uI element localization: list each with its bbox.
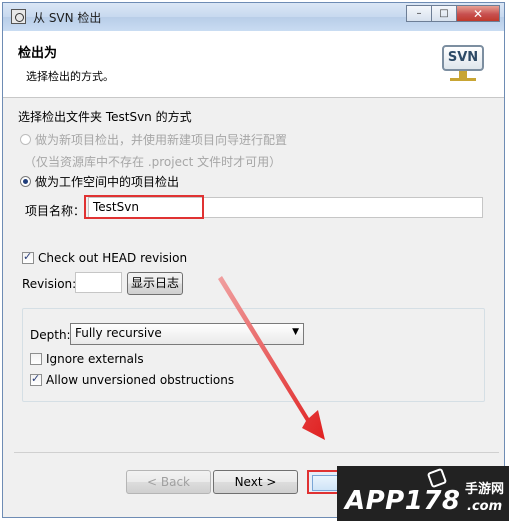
allow-unversioned-label: Allow unversioned obstructions bbox=[46, 373, 235, 387]
revision-input[interactable] bbox=[75, 272, 122, 293]
ignore-externals-label: Ignore externals bbox=[46, 352, 144, 366]
radio-workspace-project[interactable]: 做为工作空间中的项目检出 bbox=[20, 173, 179, 190]
option-note: （仅当资源库中不存在 .project 文件时才可用） bbox=[24, 155, 282, 169]
app-icon bbox=[11, 9, 26, 24]
head-revision-checkbox[interactable] bbox=[22, 250, 34, 264]
revision-label: Revision: bbox=[22, 277, 77, 291]
svn-logo-icon: SVN bbox=[442, 45, 484, 83]
allow-unversioned-row[interactable]: Allow unversioned obstructions bbox=[30, 372, 235, 387]
ignore-externals-row[interactable]: Ignore externals bbox=[30, 352, 144, 366]
title-bar[interactable]: 从 SVN 检出 – □ ✕ bbox=[3, 3, 504, 31]
wizard-title: 检出为 bbox=[18, 46, 58, 61]
radio-button-selected[interactable] bbox=[20, 176, 31, 187]
wizard-header: 检出为 选择检出的方式。 SVN bbox=[3, 31, 504, 98]
depth-label: Depth: bbox=[30, 328, 71, 342]
minimize-button[interactable]: – bbox=[406, 5, 432, 22]
watermark-brand: APP178 bbox=[345, 486, 461, 516]
ignore-externals-checkbox[interactable] bbox=[30, 353, 42, 365]
project-name-label: 项目名称： bbox=[25, 204, 86, 218]
checkout-method-title: 选择检出文件夹 TestSvn 的方式 bbox=[18, 110, 192, 124]
back-button[interactable]: < Back bbox=[126, 470, 211, 494]
watermark-logo: APP178 手游网 .com bbox=[337, 466, 509, 521]
radio-new-project[interactable]: 做为新项目检出，并使用新建项目向导进行配置 bbox=[20, 131, 287, 148]
wizard-description: 选择检出的方式。 bbox=[26, 70, 114, 83]
maximize-button[interactable]: □ bbox=[431, 5, 457, 22]
show-log-button[interactable]: 显示日志 bbox=[127, 272, 183, 295]
svn-logo-text: SVN bbox=[442, 45, 484, 71]
radio-workspace-label: 做为工作空间中的项目检出 bbox=[35, 175, 180, 189]
dropdown-arrow-icon[interactable]: ▼ bbox=[292, 327, 299, 337]
head-revision-label: Check out HEAD revision bbox=[38, 251, 188, 265]
watermark-domain: .com bbox=[467, 499, 503, 514]
button-bar-separator bbox=[14, 452, 499, 453]
head-revision-checkbox-row[interactable]: Check out HEAD revision bbox=[22, 250, 188, 265]
watermark-cn: 手游网 bbox=[465, 482, 505, 497]
svn-plug-icon bbox=[450, 71, 476, 81]
window-title: 从 SVN 检出 bbox=[33, 11, 102, 25]
window-controls: – □ ✕ bbox=[406, 5, 500, 23]
red-highlight-box bbox=[84, 195, 204, 219]
next-button[interactable]: Next > bbox=[213, 470, 298, 494]
radio-button[interactable] bbox=[20, 134, 31, 145]
close-button[interactable]: ✕ bbox=[456, 5, 500, 22]
depth-selected-value: Fully recursive bbox=[75, 326, 162, 340]
allow-unversioned-checkbox[interactable] bbox=[30, 372, 42, 386]
depth-select[interactable]: Fully recursive ▼ bbox=[70, 323, 304, 345]
radio-new-project-label: 做为新项目检出，并使用新建项目向导进行配置 bbox=[35, 133, 288, 147]
